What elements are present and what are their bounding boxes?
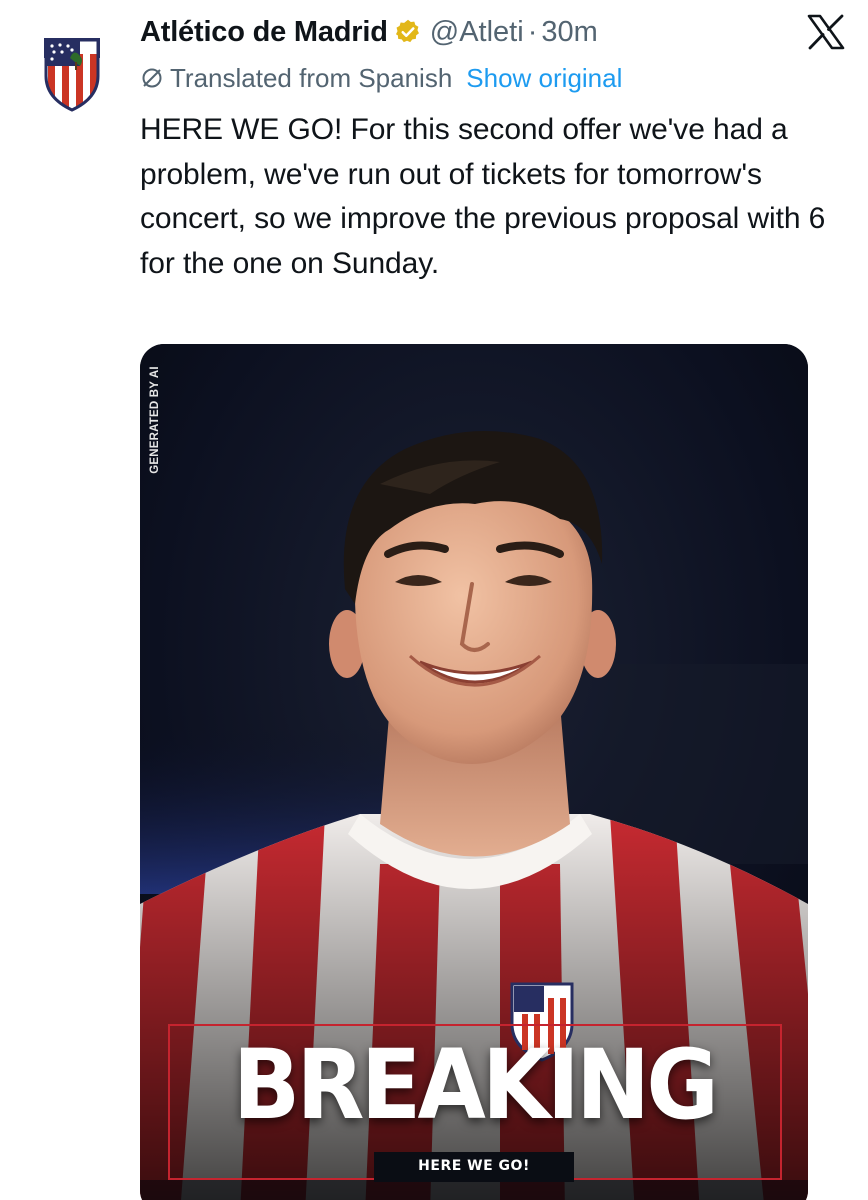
- x-logo-icon[interactable]: [806, 14, 846, 50]
- show-original-link[interactable]: Show original: [466, 63, 622, 94]
- globe-icon: [140, 66, 164, 90]
- tweet-text: HERE WE GO! For this second offer we've …: [140, 113, 826, 280]
- display-name[interactable]: Atlético de Madrid: [140, 16, 388, 49]
- breaking-subheadline: HERE WE GO!: [418, 1158, 530, 1174]
- tweet-header: Atlético de Madrid @Atleti · 30m: [140, 12, 598, 52]
- breaking-headline: BREAKING: [232, 1029, 719, 1141]
- ai-generated-tag: GENERATED BY AI: [144, 360, 166, 480]
- timestamp[interactable]: 30m: [541, 16, 597, 49]
- translated-label: Translated from Spanish: [170, 62, 453, 93]
- verified-badge-icon: [394, 18, 422, 46]
- handle[interactable]: @Atleti: [430, 16, 524, 49]
- avatar[interactable]: [22, 14, 122, 114]
- translation-row: Translated from Spanish Show original: [140, 60, 622, 96]
- atletico-crest-icon: [44, 38, 100, 112]
- ai-generated-label: GENERATED BY AI: [149, 366, 161, 474]
- separator-dot: ·: [527, 15, 538, 48]
- tweet-media-image[interactable]: GENERATED BY AI BREAKING HERE WE GO!: [140, 344, 808, 1200]
- tweet[interactable]: Atlético de Madrid @Atleti · 30m Transla…: [0, 0, 868, 1200]
